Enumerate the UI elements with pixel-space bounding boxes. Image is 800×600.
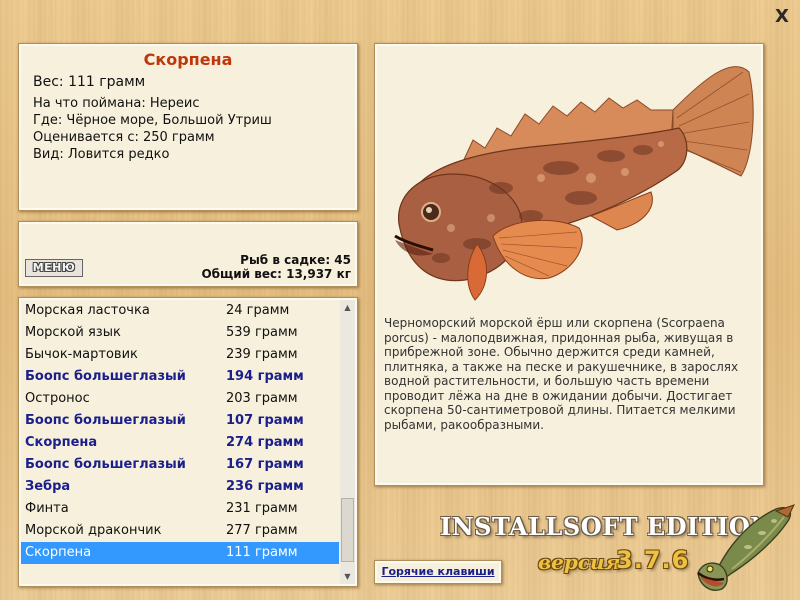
catch-list-row[interactable]: Боопс большеглазый 194 грамм [21,366,339,388]
catch-fish-weight: 231 грамм [226,501,298,516]
catch-fish-weight: 24 грамм [226,303,290,318]
menu-button[interactable]: МЕНЮ [25,259,83,277]
fish-in-net-count: Рыб в садке: 45 [240,253,351,267]
catch-fish-weight: 277 грамм [226,523,298,538]
kind-info: Вид: Ловится редко [33,147,170,162]
catch-list-row[interactable]: Боопс большеглазый 107 грамм [21,410,339,432]
catch-list-row[interactable]: Морской язык 539 грамм [21,322,339,344]
catch-list-row[interactable]: Финта 231 грамм [21,498,339,520]
scrollbar[interactable]: ▲ ▼ [340,300,355,584]
catch-fish-name: Зебра [25,479,71,494]
valued-from-info: Оценивается с: 250 грамм [33,130,215,145]
catch-fish-name: Морская ласточка [25,303,150,318]
catch-list-panel: Морская ласточка 24 грамм Морской язык 539 … [18,297,358,587]
hotkeys-button[interactable]: Горячие клавиши [374,560,502,584]
net-stats-panel: МЕНЮ Рыб в садке: 45 Общий вес: 13,937 к… [18,221,358,287]
fish-info-panel: Скорпена Вес: 111 грамм На что поймана: … [18,43,358,211]
version-label: версия [538,550,621,574]
catch-fish-weight: 107 грамм [226,413,304,428]
catch-fish-name: Боопс большеглазый [25,413,186,428]
catch-fish-weight: 236 грамм [226,479,304,494]
catch-fish-weight: 239 грамм [226,347,298,362]
catch-fish-weight: 274 грамм [226,435,304,450]
description-panel: Черноморский морской ёрш или скорпена (S… [374,43,764,486]
catch-fish-weight: 167 грамм [226,457,304,472]
catch-list[interactable]: Морская ласточка 24 грамм Морской язык 539 … [21,300,339,564]
total-weight: Общий вес: 13,937 кг [201,267,351,281]
catch-list-row[interactable]: Боопс большеглазый 167 грамм [21,454,339,476]
catch-fish-weight: 111 грамм [226,545,298,560]
scroll-down-arrow-icon[interactable]: ▼ [340,569,355,584]
scorpionfish-illustration-icon [394,66,754,301]
catch-list-row[interactable]: Бычок-мартовик 239 грамм [21,344,339,366]
catch-fish-name: Боопс большеглазый [25,457,186,472]
catch-fish-weight: 194 грамм [226,369,304,384]
catch-fish-name: Боопс большеглазый [25,369,186,384]
catch-list-row[interactable]: Зебра 236 грамм [21,476,339,498]
version-number: 3.7.6 [616,546,690,574]
scroll-up-arrow-icon[interactable]: ▲ [340,300,355,315]
catch-fish-name: Морской дракончик [25,523,162,538]
scrollbar-thumb[interactable] [341,498,354,562]
bait-info: На что поймана: Нереис [33,96,200,111]
pike-fish-logo-icon [697,504,795,591]
catch-fish-weight: 539 грамм [226,325,298,340]
catch-fish-name: Скорпена [25,435,98,450]
catch-fish-name: Морской язык [25,325,121,340]
catch-fish-name: Финта [25,501,69,516]
catch-list-row[interactable]: Морской дракончик 277 грамм [21,520,339,542]
location-info: Где: Чёрное море, Большой Утриш [33,113,272,128]
fish-weight: Вес: 111 грамм [33,74,146,90]
close-button[interactable]: X [772,7,792,27]
catch-list-row[interactable]: Морская ласточка 24 грамм [21,300,339,322]
catch-fish-name: Бычок-мартовик [25,347,138,362]
fish-title: Скорпена [143,50,233,69]
catch-fish-name: Скорпена [25,545,92,560]
catch-list-row[interactable]: Скорпена 111 грамм [21,542,339,564]
catch-list-row[interactable]: Остронос 203 грамм [21,388,339,410]
catch-fish-weight: 203 грамм [226,391,298,406]
catch-list-row[interactable]: Скорпена 274 грамм [21,432,339,454]
fish-description: Черноморский морской ёрш или скорпена (S… [384,316,739,432]
catch-fish-name: Остронос [25,391,90,406]
